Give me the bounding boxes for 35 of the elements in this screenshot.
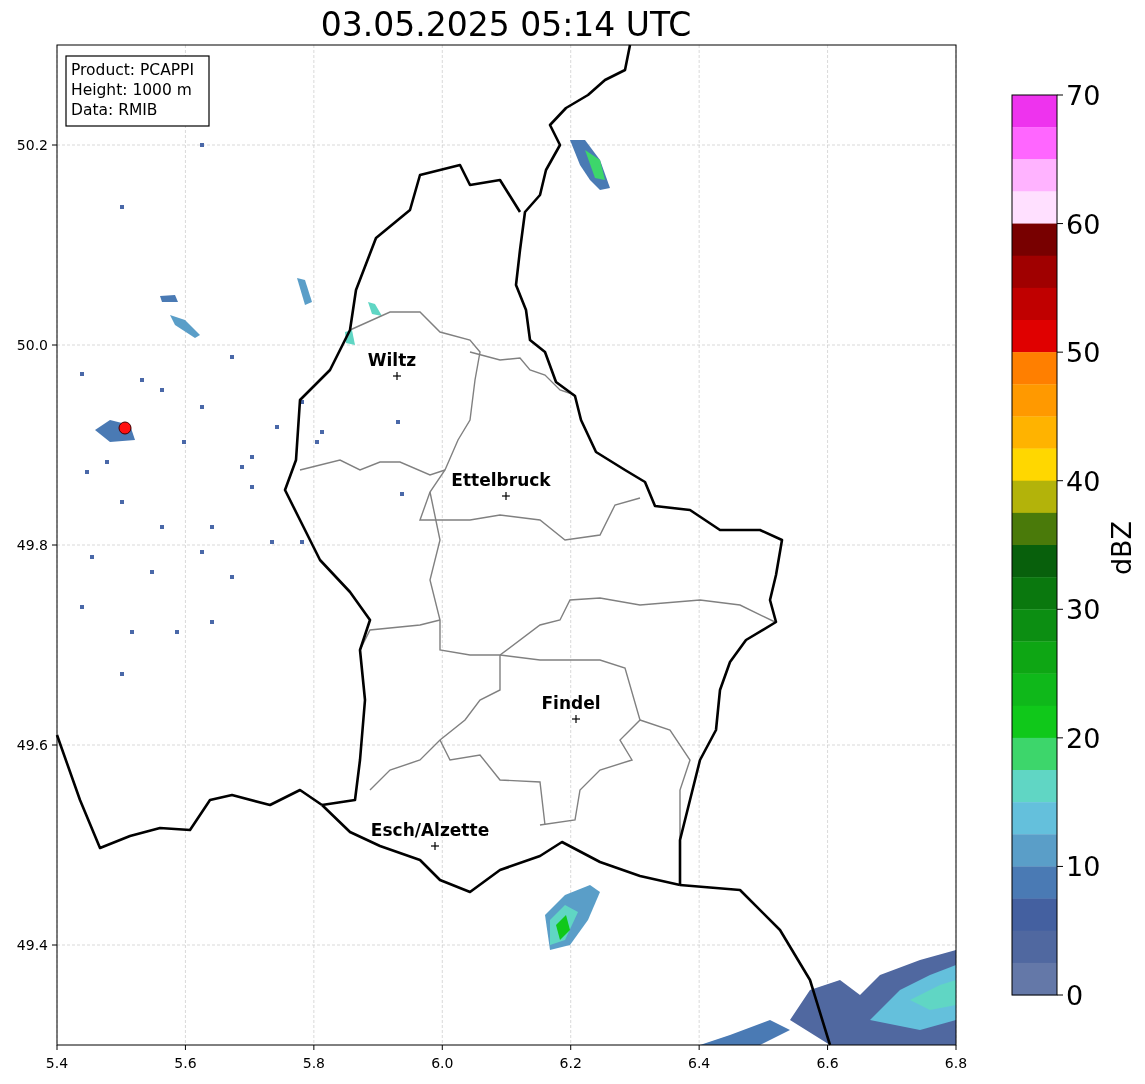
axis-tick-label: 5.4	[45, 1055, 69, 1071]
colorbar-tick-label: 50	[1066, 337, 1101, 369]
info-text: Data: RMIB	[71, 101, 158, 119]
colorbar-tick-label: 40	[1066, 465, 1101, 497]
axis-tick-label: 50.0	[16, 337, 48, 353]
radar-site-icon	[118, 421, 132, 435]
city-label: Findel	[541, 693, 601, 713]
city-marker-icon	[501, 491, 511, 501]
city-label: Ettelbruck	[451, 470, 551, 490]
axis-tick-label: 6.0	[431, 1055, 454, 1071]
axis-tick-label: 50.2	[16, 137, 48, 153]
axis-tick-label: 6.6	[816, 1055, 839, 1071]
colorbar-tick-label: 0	[1066, 980, 1084, 1011]
chart-title: 03.05.2025 05:14 UTC	[320, 5, 692, 44]
city-label: Wiltz	[367, 350, 417, 370]
info-text: Height: 1000 m	[71, 81, 192, 99]
colorbar-tick-label: 30	[1066, 594, 1101, 626]
city-marker-icon	[571, 714, 581, 724]
colorbar-tick-label: 10	[1066, 851, 1101, 883]
axis-tick-label: 6.4	[688, 1055, 711, 1071]
axis-tick-label: 6.2	[559, 1055, 582, 1071]
axis-tick-label: 49.4	[16, 937, 48, 953]
info-text: Product: PCAPPI	[71, 61, 195, 79]
colorbar-tick-label: 60	[1066, 208, 1101, 240]
city-marker-icon	[430, 841, 440, 851]
axis-tick-label: 6.8	[944, 1055, 968, 1071]
axis-tick-label: 5.6	[174, 1055, 197, 1071]
city-marker-icon	[392, 371, 402, 381]
axis-tick-label: 49.8	[16, 537, 48, 553]
colorbar-tick-label: 70	[1066, 80, 1101, 111]
colorbar-label: dBZ	[1106, 520, 1137, 576]
axis-tick-label: 49.6	[16, 737, 48, 753]
city-label: Esch/Alzette	[370, 820, 490, 840]
colorbar-tick-label: 20	[1066, 722, 1101, 754]
axis-tick-label: 5.8	[302, 1055, 325, 1071]
